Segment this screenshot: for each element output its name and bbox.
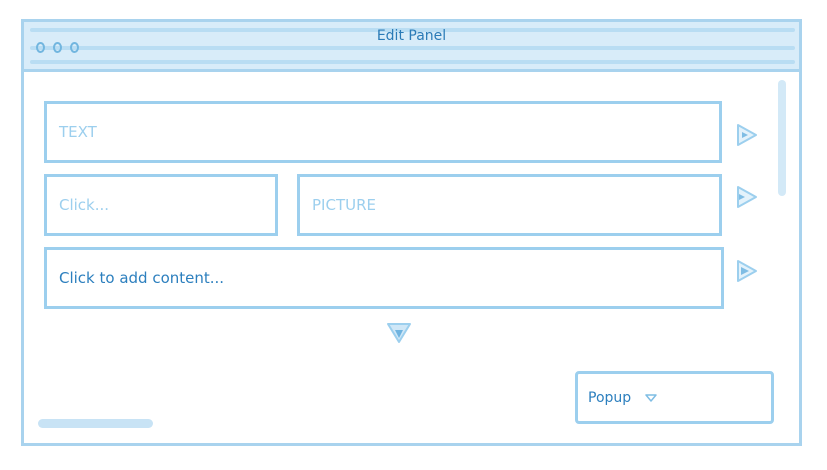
play-icon[interactable] — [736, 185, 758, 209]
title-bar[interactable]: Edit Panel — [24, 22, 799, 72]
window-title: Edit Panel — [376, 28, 447, 44]
picture-field-placeholder: PICTURE — [312, 196, 376, 214]
click-field[interactable]: Click... — [44, 174, 278, 236]
picture-field[interactable]: PICTURE — [297, 174, 722, 236]
vertical-scrollbar[interactable] — [778, 80, 786, 196]
title-bar-stripe — [30, 46, 795, 50]
popup-label: Popup — [588, 389, 632, 406]
click-field-placeholder: Click... — [59, 196, 110, 214]
title-bar-stripe — [30, 60, 795, 64]
chevron-down-icon — [645, 393, 657, 402]
popup-dropdown[interactable]: Popup — [575, 371, 774, 424]
down-triangle-icon[interactable] — [386, 322, 412, 344]
text-field-placeholder: TEXT — [59, 123, 97, 141]
horizontal-scrollbar[interactable] — [38, 419, 153, 428]
text-field[interactable]: TEXT — [44, 101, 722, 163]
content-field[interactable]: Click to add content... — [44, 247, 724, 309]
play-icon[interactable] — [736, 259, 758, 283]
content-field-text: Click to add content... — [59, 269, 225, 287]
play-icon[interactable] — [736, 123, 758, 147]
